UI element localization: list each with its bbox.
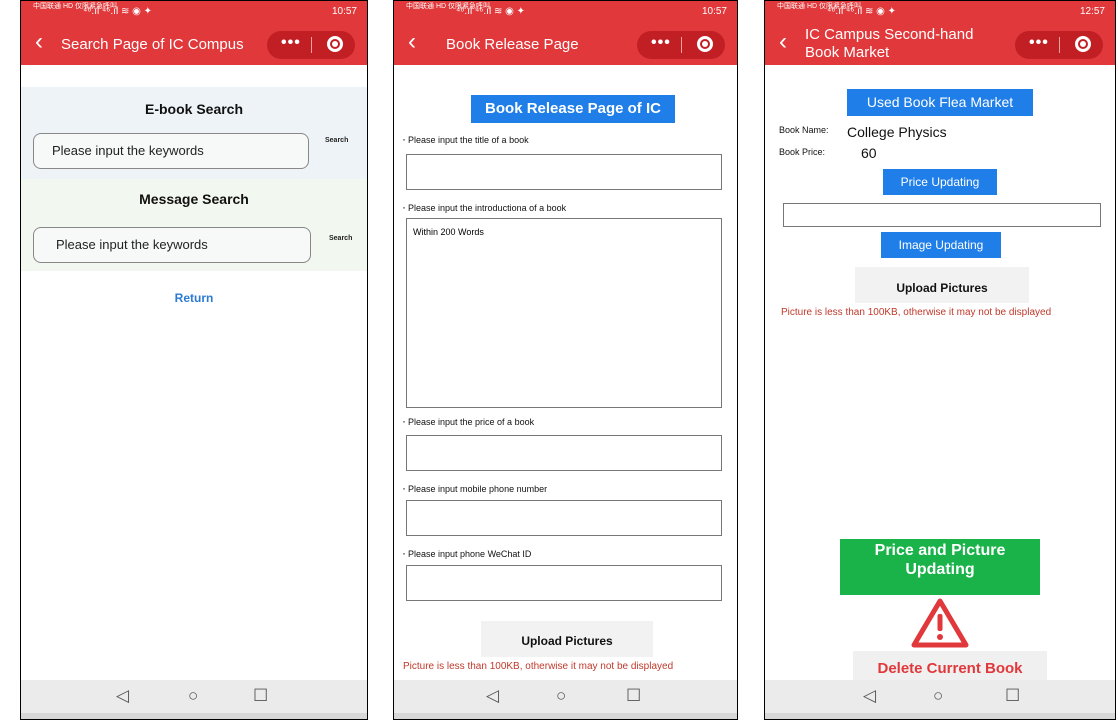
android-nav-bar: ◁ ○ ☐ (394, 680, 737, 713)
message-search-heading: Message Search (139, 191, 249, 207)
page-title: Book Release Page (446, 36, 579, 53)
upload-size-note: Picture is less than 100KB, otherwise it… (403, 661, 674, 672)
price-updating-button[interactable]: Price Updating (883, 169, 997, 195)
android-nav-bar: ◁ ○ ☐ (21, 680, 367, 713)
signal-icons: ⁴⁶.ıl ⁴⁶.ıl ≋ ◉ ✦ (83, 6, 152, 17)
wechat-id-input[interactable] (406, 565, 722, 601)
label-wechat-id: Please input phone WeChat ID (402, 546, 531, 560)
book-price-value: 60 (861, 145, 877, 161)
android-nav-bar: ◁ ○ ☐ (765, 680, 1115, 713)
mini-program-capsule: ••• (1015, 31, 1103, 59)
flea-market-header-button[interactable]: Used Book Flea Market (847, 89, 1033, 116)
intro-placeholder: Within 200 Words (413, 227, 484, 237)
ebook-search-button[interactable]: Search (325, 137, 348, 144)
nav-home-icon[interactable]: ○ (933, 686, 943, 706)
status-bar: 中国联通 HD 仅限紧急呼叫 ⁴⁶.ıl ⁴⁶.ıl ≋ ◉ ✦ 12:57 (765, 1, 1115, 23)
ebook-search-heading: E-book Search (144, 101, 244, 117)
bottom-strip (394, 713, 737, 719)
back-icon[interactable]: ‹ (779, 30, 787, 54)
title-bar: ‹ Search Page of IC Compus ••• (21, 23, 367, 65)
page-title-line2: Book Market (805, 44, 890, 61)
close-target-icon[interactable] (327, 36, 343, 52)
back-icon[interactable]: ‹ (35, 30, 43, 54)
book-price-input[interactable] (406, 435, 722, 471)
label-mobile-number: Please input mobile phone number (402, 481, 547, 495)
book-intro-textarea[interactable]: Within 200 Words (406, 218, 722, 408)
nav-recent-icon[interactable]: ☐ (1005, 686, 1020, 706)
image-updating-button[interactable]: Image Updating (881, 232, 1001, 258)
signal-icons: ⁴⁶.ıl ⁴⁶.ıl ≋ ◉ ✦ (456, 6, 525, 17)
clock: 10:57 (331, 6, 357, 17)
price-update-input[interactable] (783, 203, 1101, 227)
nav-back-icon[interactable]: ◁ (116, 686, 129, 706)
mini-program-capsule: ••• (637, 31, 725, 59)
clock: 12:57 (1079, 6, 1105, 17)
search-page-phone: 中国联通 HD 仅限紧急呼叫 ⁴⁶.ıl ⁴⁶.ıl ≋ ◉ ✦ 10:57 ‹… (20, 0, 368, 720)
book-release-phone: 中国联通 HD 仅限紧急呼叫 ⁴⁶.ıl ⁴⁶.ıl ≋ ◉ ✦ 10:57 ‹… (393, 0, 738, 720)
label-book-price: Please input the price of a book (402, 414, 534, 428)
price-picture-updating-annotation: Price and Picture Updating (840, 539, 1040, 595)
annotation-line1: Price and Picture (874, 542, 1006, 559)
upload-size-note: Picture is less than 100KB, otherwise it… (781, 307, 1052, 318)
nav-recent-icon[interactable]: ☐ (626, 686, 641, 706)
bottom-strip (765, 713, 1115, 719)
nav-back-icon[interactable]: ◁ (486, 686, 499, 706)
mini-program-capsule: ••• (267, 31, 355, 59)
nav-home-icon[interactable]: ○ (188, 686, 198, 706)
nav-home-icon[interactable]: ○ (556, 686, 566, 706)
message-search-input[interactable]: Please input the keywords (33, 227, 311, 263)
return-link[interactable]: Return (21, 291, 367, 305)
more-icon[interactable]: ••• (651, 34, 671, 52)
label-book-intro: Please input the introductiona of a book (402, 200, 566, 214)
release-page-header-button[interactable]: Book Release Page of IC (471, 95, 675, 123)
book-price-label: Book Price: (779, 147, 826, 157)
close-target-icon[interactable] (697, 36, 713, 52)
upload-pictures-button[interactable]: Upload Pictures (481, 621, 653, 657)
bottom-strip (21, 713, 367, 719)
message-search-section: Message Search Please input the keywords… (21, 179, 367, 271)
mobile-number-input[interactable] (406, 500, 722, 536)
back-icon[interactable]: ‹ (408, 30, 416, 54)
page-title: Search Page of IC Compus (61, 36, 244, 53)
book-name-value: College Physics (847, 124, 947, 140)
more-icon[interactable]: ••• (281, 34, 301, 52)
capsule-divider (681, 37, 682, 53)
label-book-title: Please input the title of a book (402, 132, 529, 146)
ebook-search-section: E-book Search Please input the keywords … (21, 87, 367, 179)
signal-icons: ⁴⁶.ıl ⁴⁶.ıl ≋ ◉ ✦ (827, 6, 896, 17)
ebook-search-input[interactable]: Please input the keywords (33, 133, 309, 169)
capsule-divider (1059, 37, 1060, 53)
title-bar: ‹ IC Campus Second-hand Book Market ••• (765, 23, 1115, 65)
title-bar: ‹ Book Release Page ••• (394, 23, 737, 65)
close-target-icon[interactable] (1075, 36, 1091, 52)
warning-icon (911, 598, 969, 648)
clock: 10:57 (701, 6, 727, 17)
book-name-label: Book Name: (779, 125, 829, 135)
page-title: IC Campus Second-hand Book Market (805, 26, 973, 62)
more-icon[interactable]: ••• (1029, 34, 1049, 52)
annotation-line2: Updating (905, 561, 975, 578)
page-title-line1: IC Campus Second-hand (805, 26, 974, 43)
nav-recent-icon[interactable]: ☐ (253, 686, 268, 706)
status-bar: 中国联通 HD 仅限紧急呼叫 ⁴⁶.ıl ⁴⁶.ıl ≋ ◉ ✦ 10:57 (21, 1, 367, 23)
nav-back-icon[interactable]: ◁ (863, 686, 876, 706)
message-search-button[interactable]: Search (329, 235, 352, 242)
status-bar: 中国联通 HD 仅限紧急呼叫 ⁴⁶.ıl ⁴⁶.ıl ≋ ◉ ✦ 10:57 (394, 1, 737, 23)
book-market-phone: 中国联通 HD 仅限紧急呼叫 ⁴⁶.ıl ⁴⁶.ıl ≋ ◉ ✦ 12:57 ‹… (764, 0, 1116, 720)
book-title-input[interactable] (406, 154, 722, 190)
capsule-divider (311, 37, 312, 53)
upload-pictures-button[interactable]: Upload Pictures (855, 267, 1029, 303)
